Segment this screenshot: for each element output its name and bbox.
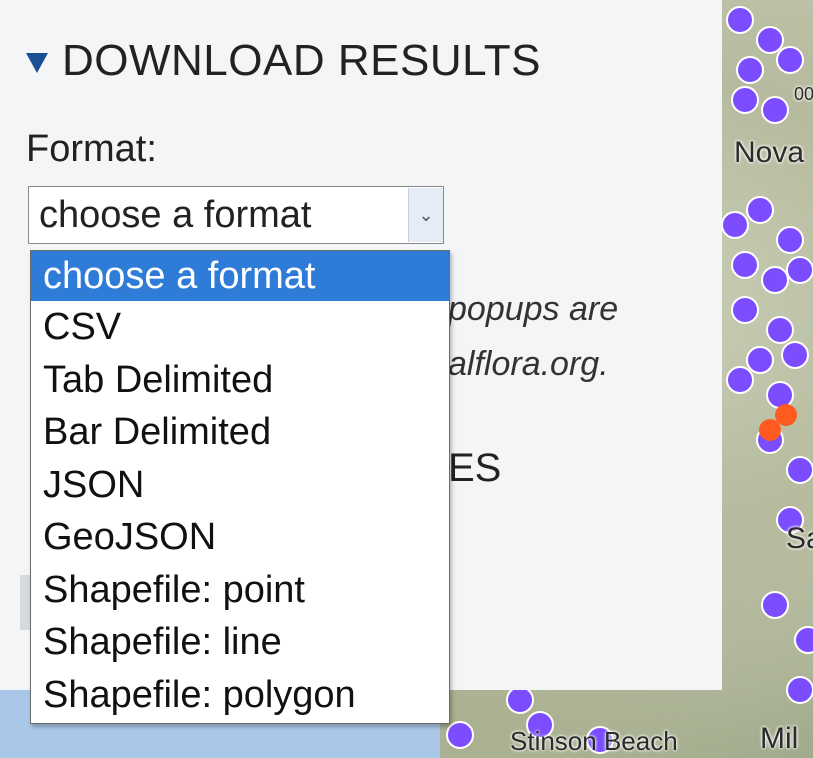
- popup-note-line1: popups are: [448, 290, 619, 328]
- map-label-sa: Sa: [786, 522, 813, 555]
- format-option[interactable]: Tab Delimited: [31, 354, 449, 407]
- map-marker[interactable]: [446, 721, 474, 749]
- map-marker[interactable]: [746, 196, 774, 224]
- map-marker[interactable]: [506, 686, 534, 714]
- chevron-down-icon[interactable]: ⌄: [408, 188, 443, 242]
- format-label: Format:: [26, 128, 157, 170]
- map-marker-highlight[interactable]: [759, 419, 781, 441]
- format-dropdown-list: choose a format CSV Tab Delimited Bar De…: [30, 250, 450, 724]
- map-marker[interactable]: [736, 56, 764, 84]
- hidden-heading: ES: [448, 446, 502, 490]
- download-results-header[interactable]: DOWNLOAD RESULTS: [26, 36, 541, 86]
- format-option[interactable]: GeoJSON: [31, 511, 449, 564]
- map-label-road: 00: [794, 84, 813, 104]
- format-option[interactable]: CSV: [31, 301, 449, 354]
- map-marker[interactable]: [731, 86, 759, 114]
- map-marker[interactable]: [756, 26, 784, 54]
- format-select[interactable]: choose a format ⌄: [28, 186, 444, 244]
- map-marker[interactable]: [766, 381, 794, 409]
- map-marker[interactable]: [726, 366, 754, 394]
- map-marker[interactable]: [761, 266, 789, 294]
- format-option[interactable]: Shapefile: line: [31, 616, 449, 669]
- map-label-nova: Nova: [734, 136, 805, 169]
- map-marker[interactable]: [731, 251, 759, 279]
- map-marker[interactable]: [786, 676, 813, 704]
- format-option[interactable]: Shapefile: polygon: [31, 669, 449, 722]
- map-marker[interactable]: [721, 211, 749, 239]
- format-option[interactable]: choose a format: [31, 251, 449, 301]
- format-option[interactable]: Bar Delimited: [31, 406, 449, 459]
- section-title: DOWNLOAD RESULTS: [62, 36, 542, 85]
- map-marker-highlight[interactable]: [775, 404, 797, 426]
- map-marker[interactable]: [786, 256, 813, 284]
- map-marker[interactable]: [726, 6, 754, 34]
- map-marker[interactable]: [746, 346, 774, 374]
- map-marker[interactable]: [794, 626, 813, 654]
- map-label-stinson-beach: Stinson Beach: [510, 726, 678, 756]
- map-marker[interactable]: [776, 46, 804, 74]
- popup-note-text: popups are alflora.org.: [448, 282, 618, 392]
- format-option[interactable]: JSON: [31, 459, 449, 512]
- map-marker[interactable]: [781, 341, 809, 369]
- map-marker[interactable]: [786, 456, 813, 484]
- map-marker[interactable]: [761, 591, 789, 619]
- map-label-mil: Mil: [760, 722, 799, 755]
- format-option[interactable]: Shapefile: point: [31, 564, 449, 617]
- format-select-value: choose a format: [39, 193, 312, 236]
- map-marker[interactable]: [731, 296, 759, 324]
- map-marker[interactable]: [761, 96, 789, 124]
- map-marker[interactable]: [766, 316, 794, 344]
- popup-note-line2: alflora.org.: [448, 345, 609, 383]
- map-marker[interactable]: [776, 226, 804, 254]
- triangle-down-icon[interactable]: [26, 53, 48, 73]
